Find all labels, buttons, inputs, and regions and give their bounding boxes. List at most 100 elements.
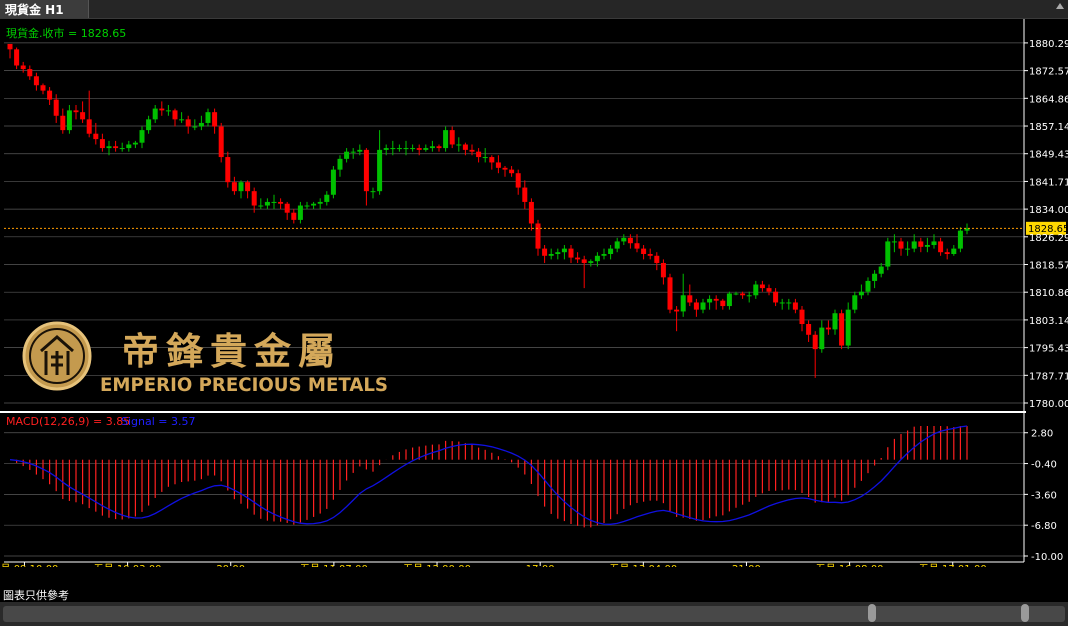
candle-body	[198, 122, 204, 127]
candle-body	[898, 241, 904, 249]
candle-body	[423, 148, 429, 150]
candle-body	[139, 130, 145, 143]
candle-body	[251, 191, 257, 206]
candle-body	[535, 223, 541, 249]
x-tick-label: 五月 17 01:00	[919, 563, 987, 567]
candle-body	[594, 255, 600, 262]
candle-body	[733, 293, 739, 295]
candle-body	[581, 259, 587, 263]
candle-body	[792, 302, 798, 310]
signal-line	[9, 425, 968, 525]
candle-body	[891, 241, 897, 243]
candle-body	[443, 130, 449, 149]
candle-body	[304, 205, 310, 207]
candle-body	[601, 253, 607, 256]
chart-tab[interactable]: 現貨金 H1	[0, 0, 89, 18]
scroll-up-icon[interactable]	[1056, 3, 1064, 13]
x-tick-label: 五月 09 10:00	[0, 563, 58, 567]
candle-body	[185, 119, 191, 127]
candle-body	[284, 203, 290, 213]
candle-body	[20, 65, 26, 70]
y-tick-label: -0.40	[1031, 460, 1057, 471]
candle-body	[245, 182, 251, 192]
candle-body	[416, 148, 422, 150]
chart-window-titlebar: 現貨金 H1	[0, 0, 1068, 19]
candle-body	[469, 149, 475, 152]
candle-body	[918, 241, 924, 247]
candle-body	[66, 110, 72, 131]
candle-body	[291, 212, 297, 220]
candle-body	[205, 112, 211, 123]
scrollbar-track[interactable]	[3, 606, 1065, 622]
candle-body	[740, 293, 746, 296]
candle-body	[258, 205, 264, 207]
candle-body	[192, 126, 198, 128]
candle-body	[700, 302, 706, 310]
candle-body	[641, 248, 647, 254]
candle-body	[799, 309, 805, 325]
candle-body	[707, 298, 713, 303]
candle-body	[878, 266, 884, 274]
candle-body	[522, 187, 528, 202]
candle-body	[344, 151, 350, 159]
logo-chinese: 帝鋒貴金屬	[122, 330, 342, 373]
y-tick-label: 1826.29	[1029, 233, 1068, 244]
candle-body	[905, 248, 911, 250]
x-tick-label: 21:00	[732, 564, 761, 567]
candle-body	[555, 252, 561, 254]
candle-body	[225, 157, 231, 183]
candle-body	[654, 255, 660, 263]
x-tick-label: 五月 10 03:00	[94, 563, 162, 567]
x-tick-label: 20:00	[216, 564, 245, 567]
candle-body	[766, 288, 772, 292]
candle-body	[495, 162, 501, 168]
candle-body	[812, 334, 818, 350]
candle-body	[165, 110, 171, 112]
chart-tab-title: 現貨金 H1	[5, 3, 64, 17]
y-tick-label: 1834.00	[1029, 205, 1068, 216]
candle-body	[726, 293, 732, 307]
candle-body	[330, 169, 336, 195]
candle-body	[93, 133, 99, 140]
candle-body	[687, 295, 693, 303]
candle-body	[634, 243, 640, 249]
candle-body	[753, 284, 759, 296]
candle-body	[73, 110, 79, 113]
candle-body	[324, 194, 330, 202]
candle-body	[456, 144, 462, 146]
candle-body	[938, 241, 944, 253]
y-tick-label: 2.80	[1031, 429, 1053, 440]
candle-body	[588, 261, 594, 263]
candle-body	[944, 252, 950, 254]
scrollbar-left-handle[interactable]	[868, 604, 876, 622]
candle-body	[436, 146, 442, 149]
candle-body	[33, 76, 39, 86]
chart-disclaimer: 圖表只供參考	[3, 589, 69, 602]
candle-body	[152, 108, 158, 120]
candle-body	[27, 69, 33, 77]
candle-body	[674, 309, 680, 312]
time-axis: 五月 09 10:00 五月 10 03:00 20:00 五月 11 07:00 五月…	[0, 561, 1024, 567]
candle-body	[931, 241, 937, 246]
candle-body	[80, 112, 86, 120]
candle-body	[429, 146, 435, 149]
candle-body	[660, 262, 666, 278]
candle-body	[212, 112, 218, 127]
candle-body	[759, 284, 765, 289]
candle-body	[542, 248, 548, 256]
x-tick-label: 五月 12 00:00	[403, 563, 471, 567]
scrollbar-right-handle[interactable]	[1021, 604, 1029, 622]
candle-body	[957, 230, 963, 249]
candle-body	[390, 148, 396, 150]
y-tick-label: 1880.29	[1029, 39, 1068, 50]
candle-body	[951, 248, 957, 254]
candle-body	[146, 119, 152, 131]
y-tick-label: 1841.71	[1029, 177, 1068, 188]
price-chart[interactable]: 帝鋒貴金屬 EMPERIO PRECIOUS METALS 1828.65 18…	[0, 19, 1068, 567]
candle-body	[806, 324, 812, 335]
candle-body	[106, 146, 112, 149]
candle-body	[627, 237, 633, 244]
candle-body	[693, 302, 699, 310]
horizontal-scrollbar[interactable]	[0, 602, 1068, 626]
candle-body	[614, 241, 620, 249]
